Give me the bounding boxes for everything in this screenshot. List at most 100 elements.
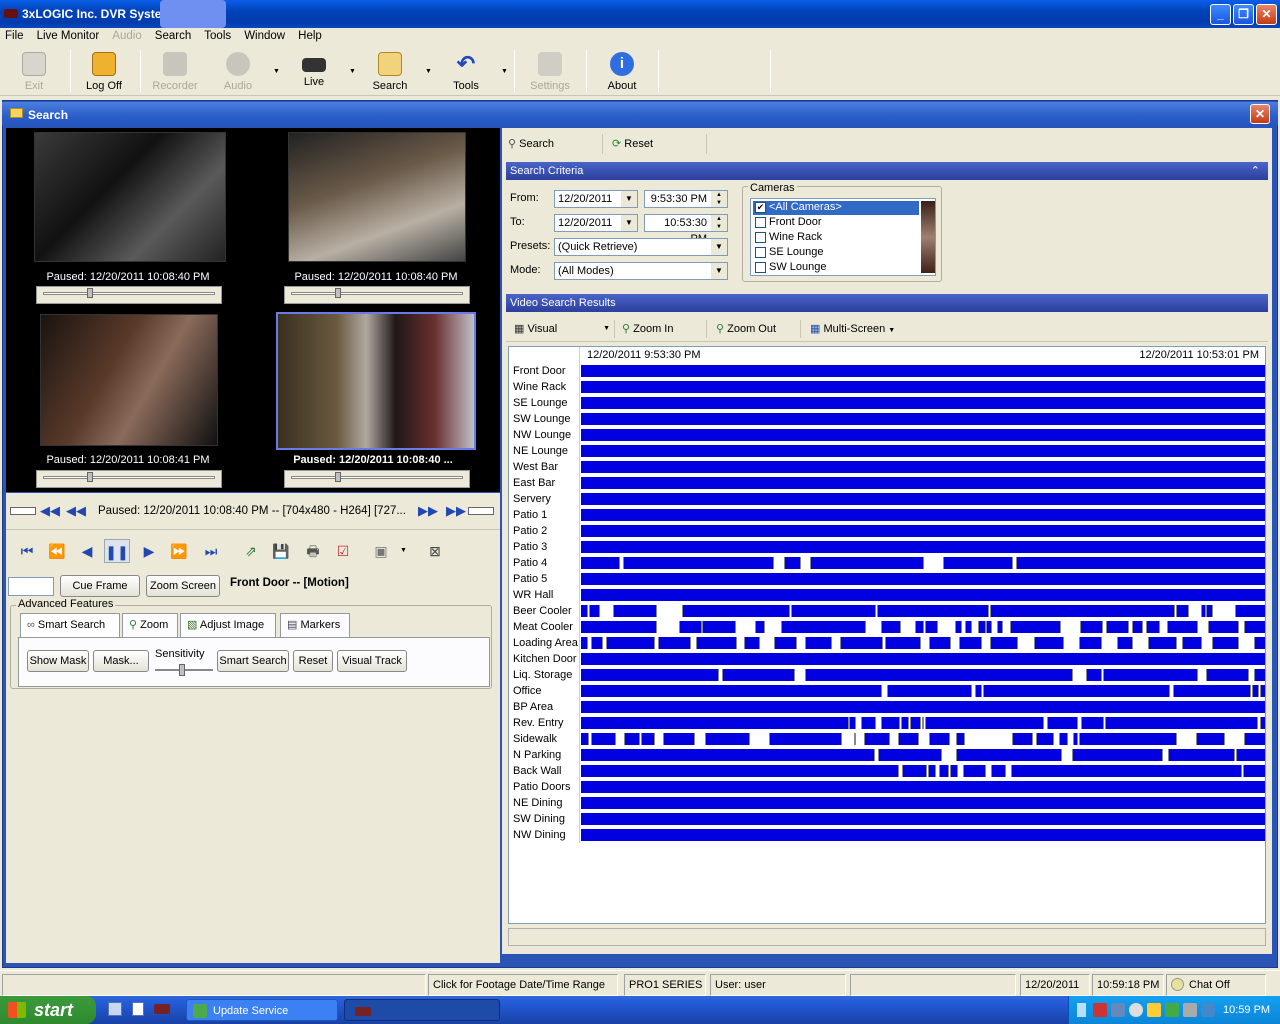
zoom-screen-button[interactable]: Zoom Screen bbox=[146, 575, 220, 597]
close-button[interactable]: ✕ bbox=[1256, 4, 1277, 25]
presentation-icon[interactable]: ⊠ bbox=[422, 539, 448, 563]
export-icon[interactable]: ⇗ bbox=[238, 539, 264, 563]
recording-bar[interactable] bbox=[581, 589, 1265, 601]
timeline-row[interactable]: Kitchen Door bbox=[509, 651, 1265, 667]
forward-speed-control[interactable]: ▶▶ bbox=[446, 503, 496, 519]
timeline-row[interactable]: WR Hall bbox=[509, 587, 1265, 603]
previous-frame-icon[interactable]: ⏪ bbox=[44, 539, 70, 563]
live-button[interactable]: Live bbox=[284, 48, 344, 94]
recording-bar[interactable] bbox=[581, 797, 1265, 809]
checkbox-icon[interactable] bbox=[755, 247, 766, 258]
play-icon[interactable]: ▶ bbox=[136, 539, 162, 563]
collapse-icon[interactable]: ⌃ bbox=[1251, 162, 1260, 180]
checkbox-icon[interactable] bbox=[755, 217, 766, 228]
checkbox-icon[interactable] bbox=[755, 232, 766, 243]
recording-bar[interactable] bbox=[581, 541, 1265, 553]
recording-bar[interactable] bbox=[581, 429, 1265, 441]
audio-dropdown-icon[interactable]: ▼ bbox=[273, 68, 280, 75]
audio-button[interactable]: Audio bbox=[208, 48, 268, 94]
timeline-row[interactable]: East Bar bbox=[509, 475, 1265, 491]
camera-item-se-lounge[interactable]: SE Lounge bbox=[753, 246, 919, 260]
menu-search[interactable]: Search bbox=[150, 28, 196, 42]
camera-view-2[interactable] bbox=[288, 132, 466, 262]
timeline-row[interactable]: SE Lounge bbox=[509, 395, 1265, 411]
timeline-scrollbar[interactable] bbox=[508, 928, 1266, 946]
timeline-row[interactable]: Office bbox=[509, 683, 1265, 699]
recording-bar[interactable] bbox=[581, 477, 1265, 489]
from-date-dropdown-icon[interactable]: ▼ bbox=[621, 191, 637, 207]
checkbox-icon[interactable] bbox=[755, 262, 766, 273]
live-dropdown-icon[interactable]: ▼ bbox=[349, 68, 356, 75]
recording-bar[interactable] bbox=[581, 765, 1265, 777]
timeline-row[interactable]: NW Lounge bbox=[509, 427, 1265, 443]
camera-view-4-selected[interactable] bbox=[276, 312, 476, 450]
tools-dropdown-icon[interactable]: ▼ bbox=[501, 68, 508, 75]
recording-bar[interactable] bbox=[581, 653, 1265, 665]
next-frame-icon[interactable]: ⏩ bbox=[166, 539, 192, 563]
go-to-start-icon[interactable]: ⏮ bbox=[14, 539, 40, 563]
recording-bar[interactable] bbox=[581, 701, 1265, 713]
to-time-field[interactable]: 10:53:30 PM▲▼ bbox=[644, 214, 728, 245]
recording-bar[interactable] bbox=[581, 397, 1265, 409]
timeline-row[interactable]: Patio Doors bbox=[509, 779, 1265, 795]
to-time-spinner-icon[interactable]: ▲ ▼ bbox=[711, 215, 727, 231]
footage-range-hint[interactable]: Click for Footage Date/Time Range bbox=[428, 974, 618, 996]
search-results-timeline[interactable]: 12/20/2011 9:53:30 PM 12/20/2011 10:53:0… bbox=[508, 346, 1266, 924]
to-date-dropdown-icon[interactable]: ▼ bbox=[621, 215, 637, 231]
camera-item-sw-lounge[interactable]: SW Lounge bbox=[753, 261, 919, 275]
snapshot-icon[interactable]: ▣ bbox=[368, 539, 394, 563]
recording-bar[interactable] bbox=[581, 749, 1265, 761]
timeline-row[interactable]: Patio 2 bbox=[509, 523, 1265, 539]
multi-screen-button[interactable]: ▦ Multi-Screen ▼ bbox=[810, 320, 910, 338]
search-run-button[interactable]: ⚲ Search bbox=[508, 134, 598, 154]
visual-view-button[interactable]: ▦ Visual ▼ bbox=[514, 320, 610, 338]
from-time-field[interactable]: 9:53:30 PM ▲ ▼ bbox=[644, 190, 728, 208]
timeline-row[interactable]: Rev. Entry bbox=[509, 715, 1265, 731]
go-to-end-icon[interactable]: ⏭ bbox=[198, 539, 224, 563]
recording-bar[interactable] bbox=[581, 717, 1265, 729]
recording-bar[interactable] bbox=[581, 493, 1265, 505]
recording-bar[interactable] bbox=[581, 829, 1265, 841]
camera-slider-3[interactable] bbox=[36, 470, 222, 488]
snapshot-dropdown-icon[interactable]: ▼ bbox=[400, 547, 407, 554]
checkbox-checked-icon[interactable]: ✔ bbox=[755, 202, 766, 213]
smart-search-button[interactable]: Smart Search bbox=[217, 650, 289, 672]
presets-dropdown-icon[interactable]: ▼ bbox=[711, 239, 727, 255]
menu-window[interactable]: Window bbox=[239, 28, 290, 42]
tab-smart-search[interactable]: ∞ Smart Search bbox=[20, 613, 120, 638]
logoff-button[interactable]: Log Off bbox=[74, 48, 134, 94]
notepad-icon[interactable] bbox=[132, 1002, 144, 1016]
timeline-row[interactable]: BP Area bbox=[509, 699, 1265, 715]
from-time-spinner-icon[interactable]: ▲ ▼ bbox=[711, 191, 727, 207]
rewind-speed-control[interactable]: ◀◀ bbox=[10, 503, 62, 519]
timeline-row[interactable]: NE Lounge bbox=[509, 443, 1265, 459]
recording-bar[interactable] bbox=[581, 509, 1265, 521]
timeline-row[interactable]: Loading Area bbox=[509, 635, 1265, 651]
menu-audio[interactable]: Audio bbox=[107, 28, 146, 42]
tray-arrow-icon[interactable] bbox=[1077, 1003, 1086, 1017]
recording-bar[interactable] bbox=[581, 573, 1265, 585]
camera-slider-2[interactable] bbox=[284, 286, 470, 304]
tray-connection-icon[interactable] bbox=[1201, 1003, 1215, 1017]
step-back-icon[interactable]: ◀◀ bbox=[66, 503, 86, 519]
timeline-row[interactable]: West Bar bbox=[509, 459, 1265, 475]
show-mask-button[interactable]: Show Mask bbox=[27, 650, 89, 672]
tray-volume-icon[interactable] bbox=[1129, 1003, 1143, 1017]
visual-track-button[interactable]: Visual Track bbox=[337, 650, 407, 672]
recording-bar[interactable] bbox=[581, 733, 1265, 745]
step-forward-icon[interactable]: ▶▶ bbox=[418, 503, 438, 519]
print-icon[interactable]: 🖶 bbox=[300, 539, 326, 563]
menu-tools[interactable]: Tools bbox=[199, 28, 236, 42]
timeline-row[interactable]: SW Lounge bbox=[509, 411, 1265, 427]
recording-bar[interactable] bbox=[581, 669, 1265, 681]
mask-button[interactable]: Mask... bbox=[93, 650, 149, 672]
recording-bar[interactable] bbox=[581, 445, 1265, 457]
minimize-button[interactable]: _ bbox=[1210, 4, 1231, 25]
play-reverse-icon[interactable]: ◀ bbox=[74, 539, 100, 563]
reset-mask-button[interactable]: Reset bbox=[293, 650, 333, 672]
search-window-close-button[interactable]: ✕ bbox=[1250, 104, 1270, 124]
camera-slider-4[interactable] bbox=[284, 470, 470, 488]
recording-bar[interactable] bbox=[581, 365, 1265, 377]
camera-item-all[interactable]: ✔ <All Cameras> bbox=[753, 201, 919, 215]
camera-view-1[interactable] bbox=[34, 132, 226, 262]
